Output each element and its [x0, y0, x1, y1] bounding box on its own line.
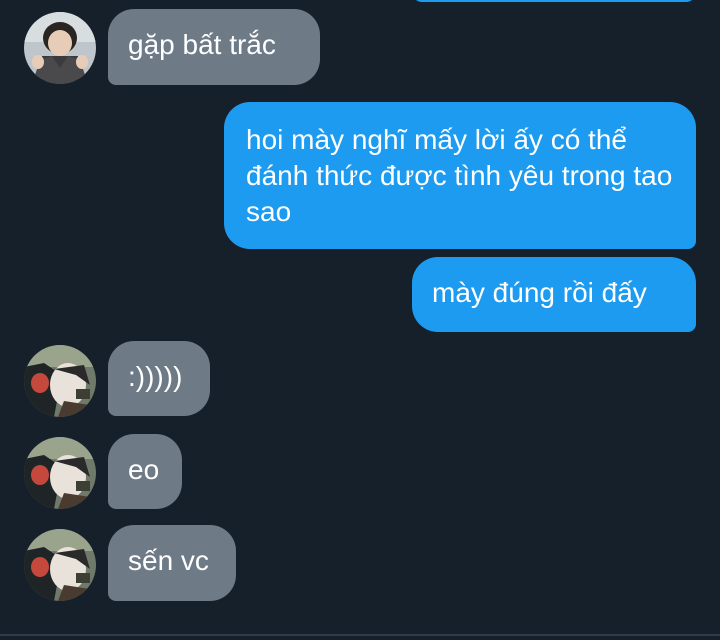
- anime-villain-photo-icon: [24, 529, 96, 601]
- chat-thread: gặp bất trắc hoi mày nghĩ mấy lời ấy có …: [0, 0, 720, 640]
- message-bubble[interactable]: :))))): [108, 341, 210, 416]
- previous-message-bubble[interactable]: [412, 0, 696, 2]
- message-bubble[interactable]: gặp bất trắc: [108, 9, 320, 85]
- avatar[interactable]: [24, 437, 96, 509]
- message-bubble[interactable]: hoi mày nghĩ mấy lời ấy có thể đánh thức…: [224, 102, 696, 249]
- message-text: sến vc: [128, 545, 209, 576]
- avatar[interactable]: [24, 529, 96, 601]
- message-bubble[interactable]: mày đúng rồi đấy: [412, 257, 696, 332]
- avatar[interactable]: [24, 12, 96, 84]
- message-text: eo: [128, 454, 160, 485]
- message-bubble[interactable]: sến vc: [108, 525, 236, 601]
- message-text: mày đúng rồi đấy: [432, 277, 647, 308]
- divider: [0, 634, 720, 636]
- message-text: hoi mày nghĩ mấy lời ấy có thể đánh thức…: [246, 124, 673, 227]
- message-text: :))))): [128, 361, 183, 392]
- user-boy-photo-icon: [24, 12, 96, 84]
- anime-villain-photo-icon: [24, 437, 96, 509]
- message-text: gặp bất trắc: [128, 29, 276, 60]
- avatar[interactable]: [24, 345, 96, 417]
- message-bubble[interactable]: eo: [108, 434, 182, 509]
- anime-villain-photo-icon: [24, 345, 96, 417]
